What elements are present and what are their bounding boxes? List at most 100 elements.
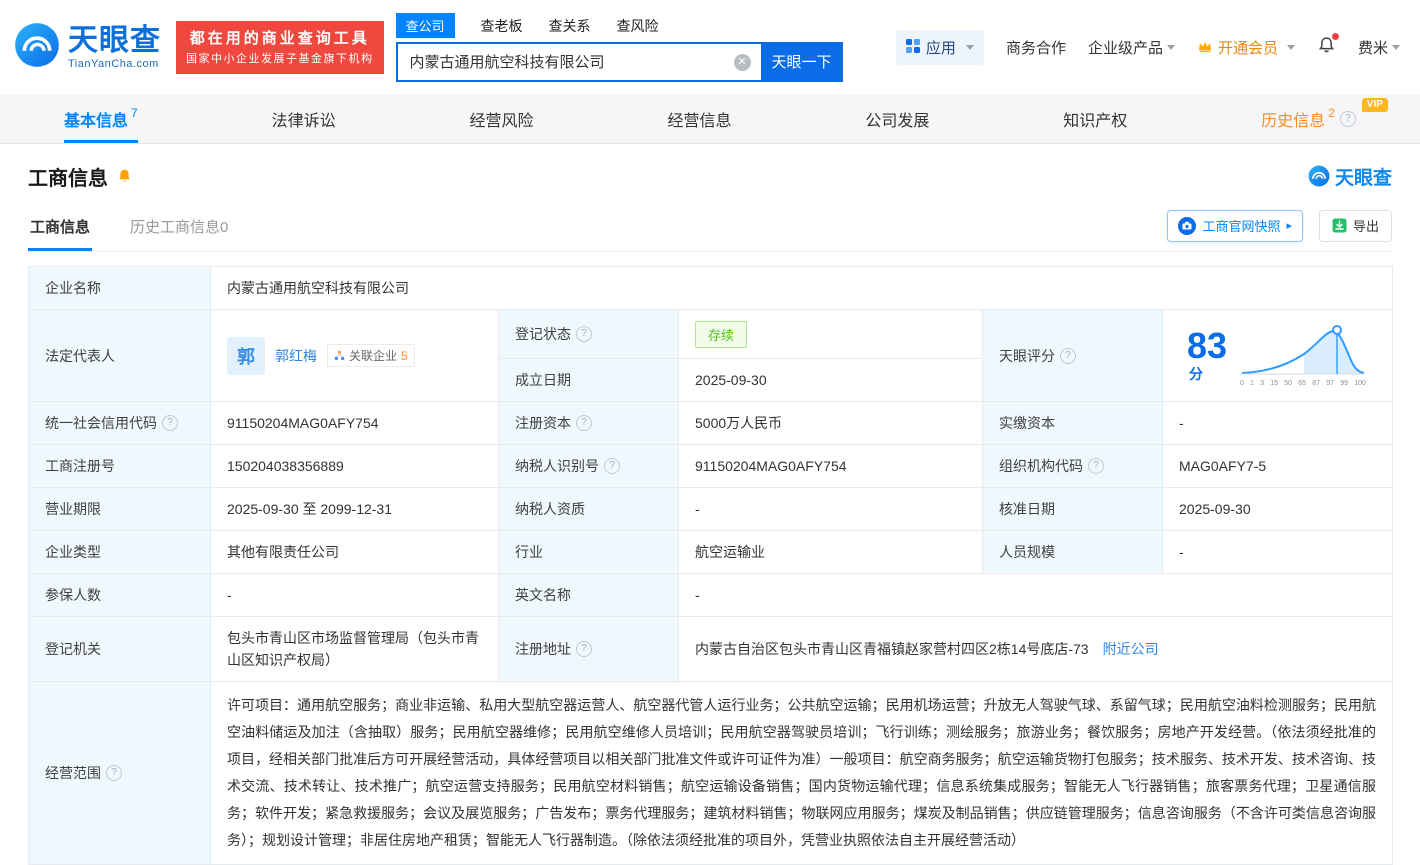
header-nav: 应用 商务合作 企业级产品 开通会员 <box>896 30 1406 65</box>
cooperation-label: 商务合作 <box>1006 37 1066 58</box>
help-icon[interactable] <box>604 458 620 474</box>
org-code-label-text: 组织机构代码 <box>999 456 1083 476</box>
score-value: 83 <box>1187 325 1227 366</box>
taxpayer-qualification-value: - <box>679 488 983 531</box>
tab-intellectual-property[interactable]: 知识产权 <box>1063 95 1127 143</box>
reg-address-cell: 内蒙古自治区包头市青山区青福镇赵家营村四区2栋14号底店-73 附近公司 <box>679 617 1393 682</box>
insured-count-value: - <box>211 574 499 617</box>
nav-user-menu[interactable]: 费米 <box>1358 37 1400 58</box>
search-tab-relation[interactable]: 查关系 <box>549 16 591 36</box>
staff-size-value: - <box>1163 531 1393 574</box>
subtab-history-business-info[interactable]: 历史工商信息0 <box>128 208 230 251</box>
staff-size-label: 人员规模 <box>983 531 1163 574</box>
search-tab-risk[interactable]: 查风险 <box>617 16 659 36</box>
subscribe-bell-icon[interactable] <box>116 168 133 185</box>
official-snapshot-button[interactable]: 工商官网快照 ▸ <box>1167 210 1303 242</box>
approval-date-label: 核准日期 <box>983 488 1163 531</box>
taxpayer-id-value: 91150204MAG0AFY754 <box>679 445 983 488</box>
search-input[interactable] <box>396 42 761 82</box>
credit-code-value: 91150204MAG0AFY754 <box>211 402 499 445</box>
arrow-right-icon: ▸ <box>1286 219 1292 232</box>
main-content: 工商信息 天眼查 工商信息 历史工商信息0 <box>0 158 1420 865</box>
apps-label: 应用 <box>926 37 956 58</box>
tab-company-development[interactable]: 公司发展 <box>865 95 929 143</box>
table-row: 营业期限 2025-09-30 至 2099-12-31 纳税人资质 - 核准日… <box>29 488 1393 531</box>
score-axis: 013155065879799100 <box>1240 380 1366 387</box>
taxpayer-id-label-text: 纳税人识别号 <box>515 456 599 476</box>
related-companies-badge[interactable]: 关联企业 5 <box>327 344 415 367</box>
paid-capital-label: 实缴资本 <box>983 402 1163 445</box>
enterprise-products-label: 企业级产品 <box>1088 37 1163 58</box>
notifications-bell[interactable] <box>1317 36 1336 59</box>
tab-operating-risk[interactable]: 经营风险 <box>470 95 534 143</box>
related-companies-count: 5 <box>401 349 408 363</box>
nav-cooperation[interactable]: 商务合作 <box>1006 37 1066 58</box>
legal-rep-avatar[interactable]: 郭 <box>227 337 265 375</box>
clear-search-icon[interactable]: ✕ <box>734 54 751 71</box>
org-chart-icon <box>334 350 345 361</box>
nav-open-vip[interactable]: 开通会员 <box>1197 37 1295 58</box>
export-button-label: 导出 <box>1353 216 1379 235</box>
company-nav-tabs: 基本信息 7 法律诉讼 经营风险 经营信息 公司发展 知识产权 历史信息 2 V… <box>0 95 1420 144</box>
table-row: 经营范围 许可项目：通用航空服务；商业非运输、私用大型航空器运营人、航空器代管人… <box>29 682 1393 865</box>
help-icon[interactable] <box>576 415 592 431</box>
tab-operating-risk-label: 经营风险 <box>470 107 534 131</box>
notification-dot <box>1332 33 1339 40</box>
reg-address-value: 内蒙古自治区包头市青山区青福镇赵家营村四区2栋14号底店-73 <box>695 641 1089 657</box>
reg-authority-label: 登记机关 <box>29 617 211 682</box>
tianyancha-logo[interactable]: 天眼查 TianYanCha.com <box>14 22 166 73</box>
table-row: 法定代表人 郭 郭红梅 关联企业 <box>29 310 1393 359</box>
search-tabs: 查公司 查老板 查关系 查风险 <box>396 14 843 38</box>
status-badge: 存续 <box>695 321 747 348</box>
help-icon[interactable] <box>576 641 592 657</box>
english-name-value: - <box>679 574 1393 617</box>
watermark-logo-icon <box>1308 165 1330 187</box>
help-icon[interactable] <box>106 765 122 781</box>
promo-banner: 都在用的商业查询工具 国家中小企业发展子基金旗下机构 <box>176 21 384 74</box>
table-row: 企业类型 其他有限责任公司 行业 航空运输业 人员规模 - <box>29 531 1393 574</box>
camera-icon <box>1178 217 1196 235</box>
watermark-text: 天眼查 <box>1335 163 1392 190</box>
vip-tag: VIP <box>1362 98 1388 112</box>
tab-legal-proceedings[interactable]: 法律诉讼 <box>272 95 336 143</box>
open-vip-label: 开通会员 <box>1218 37 1278 58</box>
promo-line1: 都在用的商业查询工具 <box>186 28 374 51</box>
section-title: 工商信息 <box>28 162 108 191</box>
nav-enterprise-products[interactable]: 企业级产品 <box>1088 37 1175 58</box>
tab-operating-info[interactable]: 经营信息 <box>667 95 731 143</box>
username-label: 费米 <box>1358 37 1388 58</box>
company-name-value: 内蒙古通用航空科技有限公司 <box>211 267 1393 310</box>
tab-history-info[interactable]: 历史信息 2 VIP <box>1261 95 1356 143</box>
tab-history-info-badge: 2 <box>1328 106 1335 120</box>
search-button[interactable]: 天眼一下 <box>761 42 843 82</box>
reg-capital-value: 5000万人民币 <box>679 402 983 445</box>
tab-history-info-label: 历史信息 <box>1261 107 1325 131</box>
apps-menu[interactable]: 应用 <box>896 30 984 65</box>
search-tab-boss[interactable]: 查老板 <box>481 16 523 36</box>
business-term-label: 营业期限 <box>29 488 211 531</box>
legal-rep-name-link[interactable]: 郭红梅 <box>275 346 317 366</box>
reg-status-value: 存续 <box>679 310 983 359</box>
help-icon[interactable] <box>576 326 592 342</box>
subtab-business-info[interactable]: 工商信息 <box>28 208 92 251</box>
score-chart: 013155065879799100 <box>1238 324 1368 387</box>
tab-operating-info-label: 经营信息 <box>667 107 731 131</box>
chevron-down-icon <box>1287 45 1295 50</box>
search-tab-company[interactable]: 查公司 <box>396 13 455 38</box>
help-icon[interactable] <box>162 415 178 431</box>
help-icon[interactable] <box>1060 348 1076 364</box>
help-icon[interactable] <box>1088 458 1104 474</box>
score-label: 天眼评分 <box>983 310 1163 402</box>
export-icon <box>1332 218 1347 233</box>
business-info-table: 企业名称 内蒙古通用航空科技有限公司 法定代表人 郭 郭红梅 <box>28 266 1393 865</box>
reg-address-label: 注册地址 <box>499 617 679 682</box>
chevron-down-icon <box>966 45 974 50</box>
table-row: 统一社会信用代码 91150204MAG0AFY754 注册资本 5000万人民… <box>29 402 1393 445</box>
nearby-companies-link[interactable]: 附近公司 <box>1103 641 1159 657</box>
business-scope-label-text: 经营范围 <box>45 763 101 783</box>
taxpayer-qualification-label: 纳税人资质 <box>499 488 679 531</box>
tab-basic-info[interactable]: 基本信息 7 <box>64 95 138 143</box>
score-unit: 分 <box>1189 366 1203 382</box>
export-button[interactable]: 导出 <box>1319 210 1392 242</box>
help-icon[interactable] <box>1340 111 1356 127</box>
